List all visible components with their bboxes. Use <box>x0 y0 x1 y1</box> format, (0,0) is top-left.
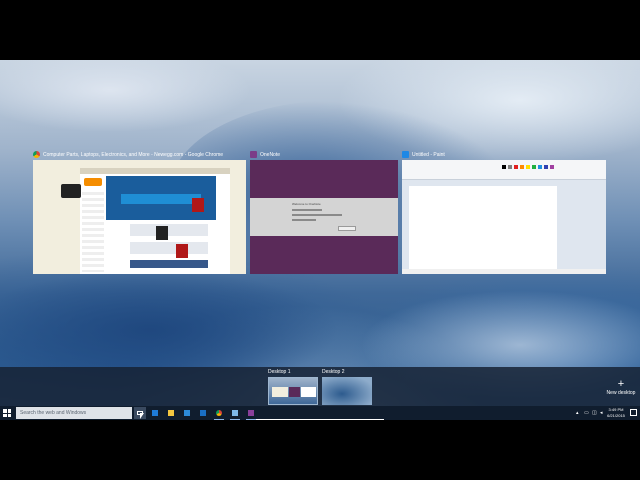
system-tray: ▴ ▭ ◫ ◂ 3:49 PM 6/21/2015 <box>570 406 640 420</box>
onenote-icon[interactable] <box>246 408 256 420</box>
desktop-1-thumbnail[interactable]: Desktop 1 <box>268 369 318 405</box>
product-row <box>130 260 208 268</box>
browser-toolbar <box>80 168 230 174</box>
windows-start-button[interactable] <box>3 409 11 417</box>
dialog-text-line <box>292 214 342 216</box>
clock-date: 6/21/2015 <box>607 413 625 418</box>
volume-icon[interactable]: ◂ <box>600 410 603 416</box>
desktop-label: Desktop 1 <box>268 369 291 375</box>
color-swatch <box>520 165 524 169</box>
store-icon[interactable] <box>182 408 192 418</box>
new-desktop-button[interactable]: + New desktop <box>606 379 636 403</box>
welcome-dialog: Welcome to OneNote <box>250 198 398 236</box>
color-swatch <box>550 165 554 169</box>
webpage-preview <box>80 168 230 274</box>
mini-window <box>272 387 288 397</box>
window-preview <box>33 160 246 274</box>
chrome-icon <box>33 151 40 158</box>
focus-indicator <box>256 419 384 420</box>
product-image <box>176 244 188 258</box>
dialog-text-line <box>292 209 322 211</box>
product-row <box>130 242 208 254</box>
file-explorer-icon[interactable] <box>166 408 176 418</box>
desktop-preview <box>322 377 372 405</box>
window-thumbnail-chrome[interactable]: Computer Parts, Laptops, Electronics, an… <box>33 150 246 274</box>
color-swatch <box>508 165 512 169</box>
dialog-button <box>338 226 356 231</box>
color-swatch <box>526 165 530 169</box>
virtual-desktops-strip: Desktop 1 Desktop 2 + New desktop <box>0 367 640 406</box>
dialog-heading: Welcome to OneNote <box>292 202 321 206</box>
taskbar: Search the web and Windows ▴ ▭ ◫ ◂ 3:49 … <box>0 406 640 420</box>
color-swatch <box>544 165 548 169</box>
paint-icon[interactable] <box>230 408 240 420</box>
site-sidebar <box>82 192 104 272</box>
desktop-label: Desktop 2 <box>322 369 345 375</box>
color-swatch <box>514 165 518 169</box>
mouse-cursor <box>140 413 144 419</box>
site-logo <box>84 178 102 186</box>
mini-window <box>289 387 300 397</box>
search-placeholder: Search the web and Windows <box>20 410 87 416</box>
paint-icon <box>402 151 409 158</box>
screen: Computer Parts, Laptops, Electronics, an… <box>0 0 640 480</box>
window-title: Computer Parts, Laptops, Electronics, an… <box>43 151 224 158</box>
window-thumbnail-header: Untitled - Paint <box>402 150 445 159</box>
product-image <box>192 198 204 212</box>
color-swatch <box>532 165 536 169</box>
onenote-icon <box>250 151 257 158</box>
desktop-preview <box>268 377 318 405</box>
desktop-2-thumbnail[interactable]: Desktop 2 <box>322 369 372 405</box>
window-title: Untitled - Paint <box>412 151 445 158</box>
chrome-icon[interactable] <box>214 408 224 420</box>
network-icon[interactable]: ◫ <box>592 410 597 416</box>
window-thumbnail-paint[interactable]: Untitled - Paint <box>402 150 606 274</box>
edge-icon[interactable] <box>150 408 160 418</box>
chevron-up-icon[interactable]: ▴ <box>576 410 579 416</box>
window-thumbnail-header: OneNote <box>250 150 280 159</box>
battery-icon[interactable]: ▭ <box>584 410 589 416</box>
paint-status-bar <box>402 269 606 274</box>
dialog-text-line <box>292 219 316 221</box>
window-preview: Welcome to OneNote <box>250 160 398 274</box>
paint-ribbon <box>402 160 606 180</box>
color-swatch <box>538 165 542 169</box>
product-row <box>130 224 208 236</box>
window-title: OneNote <box>260 151 281 158</box>
paint-canvas <box>409 186 557 270</box>
window-thumbnail-header: Computer Parts, Laptops, Electronics, an… <box>33 150 223 159</box>
search-box[interactable]: Search the web and Windows <box>16 407 132 419</box>
clock[interactable]: 3:49 PM 6/21/2015 <box>606 407 626 419</box>
new-desktop-label: New desktop <box>606 390 636 396</box>
camera-product-image <box>61 184 81 198</box>
outlook-icon[interactable] <box>198 408 208 418</box>
color-swatch <box>502 165 506 169</box>
window-preview <box>402 160 606 274</box>
plus-icon: + <box>617 378 625 390</box>
mini-window <box>301 387 316 397</box>
window-thumbnail-onenote[interactable]: OneNote Welcome to OneNote <box>250 150 398 274</box>
product-image <box>156 226 168 240</box>
notification-icon[interactable] <box>630 409 637 416</box>
